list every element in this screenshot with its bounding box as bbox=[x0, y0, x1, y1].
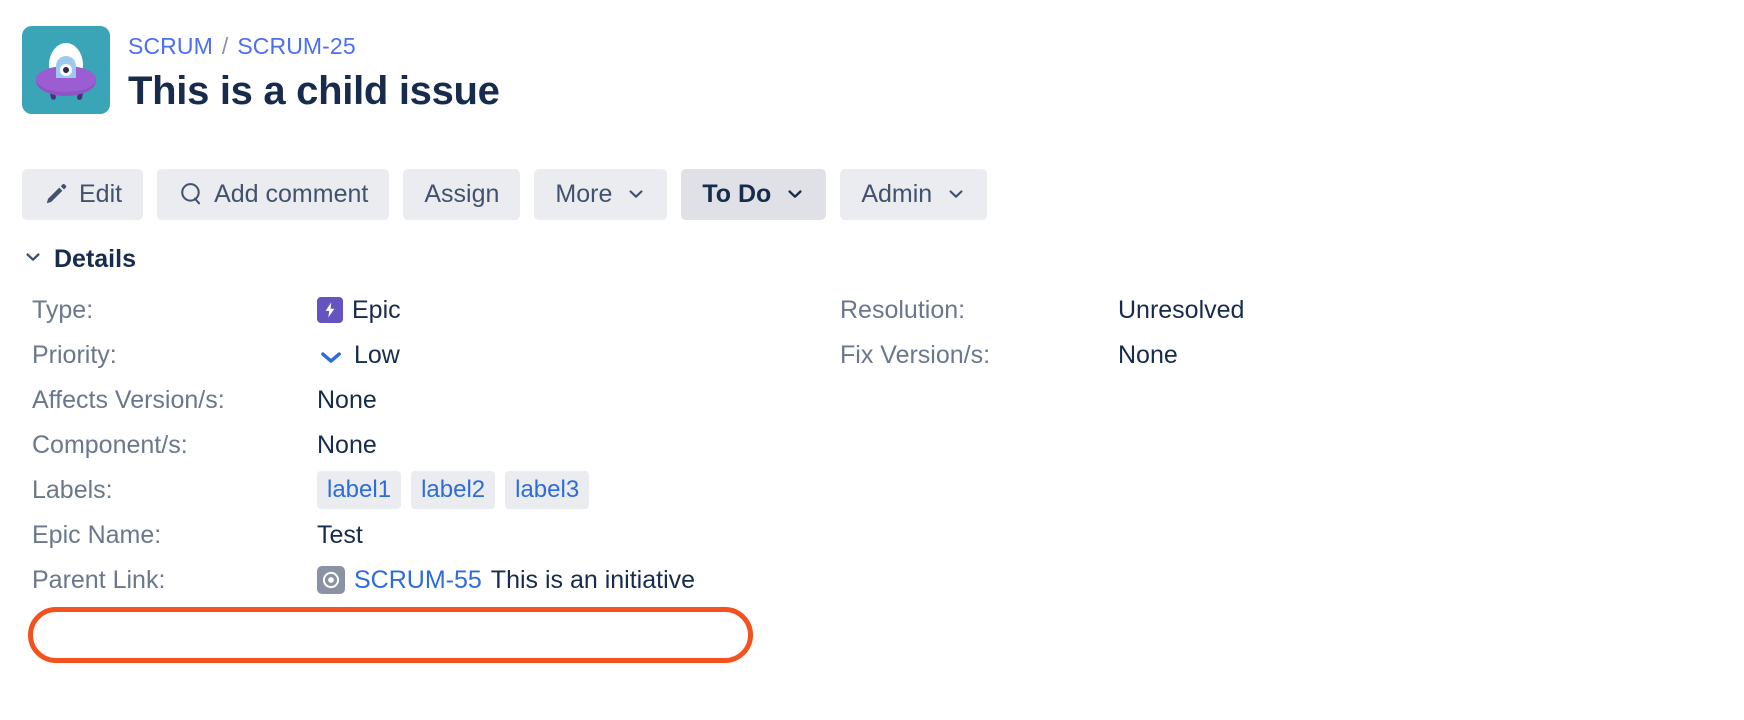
issue-detail-page: SCRUM / SCRUM-25 This is a child issue Edi… bbox=[0, 0, 1744, 720]
details-section: Details Type: Epic Priority: Low Affects… bbox=[0, 220, 1744, 603]
field-row-parent-link: Parent Link: SCRUM-55 This is an initiat… bbox=[32, 558, 840, 603]
more-menu-button[interactable]: More bbox=[534, 168, 668, 220]
comment-icon bbox=[178, 181, 204, 207]
label-chip[interactable]: label1 bbox=[317, 471, 402, 510]
field-label-resolution: Resolution: bbox=[840, 295, 966, 324]
field-value-epic-name: Test bbox=[317, 520, 363, 549]
edit-button[interactable]: Edit bbox=[22, 168, 144, 220]
field-value-priority-text: Low bbox=[354, 340, 400, 369]
field-value-components: None bbox=[317, 430, 377, 459]
field-row-resolution: Resolution: Unresolved bbox=[840, 288, 1600, 333]
field-row-type: Type: Epic bbox=[32, 288, 840, 333]
field-label-epic-name: Epic Name: bbox=[32, 520, 162, 549]
issue-toolbar: Edit Add comment Assign More To Do Admin bbox=[0, 143, 1744, 220]
field-label-priority: Priority: bbox=[32, 340, 117, 369]
priority-low-icon bbox=[317, 341, 345, 369]
field-row-epic-name: Epic Name: Test bbox=[32, 513, 840, 558]
field-row-labels: Labels: label1 label2 label3 bbox=[32, 468, 840, 513]
chevron-down-icon bbox=[946, 184, 966, 204]
field-value-priority: Low bbox=[317, 333, 400, 378]
field-row-fix-versions: Fix Version/s: None bbox=[840, 333, 1600, 378]
field-label-components: Component/s: bbox=[32, 430, 188, 459]
field-label-type: Type: bbox=[32, 295, 94, 324]
breadcrumb-project-link[interactable]: SCRUM bbox=[128, 33, 213, 59]
field-row-priority: Priority: Low bbox=[32, 333, 840, 378]
field-label-labels: Labels: bbox=[32, 475, 113, 504]
parent-link-summary: This is an initiative bbox=[490, 565, 696, 594]
more-menu-label: More bbox=[555, 179, 613, 208]
details-left-column: Type: Epic Priority: Low Affects Version… bbox=[20, 288, 840, 603]
assign-button[interactable]: Assign bbox=[403, 168, 521, 220]
chevron-down-icon bbox=[626, 184, 646, 204]
status-transition-button[interactable]: To Do bbox=[681, 168, 827, 220]
field-value-type-text: Epic bbox=[352, 295, 401, 324]
annotation-ellipse-parent-link bbox=[28, 607, 753, 663]
issue-header: SCRUM / SCRUM-25 This is a child issue bbox=[0, 0, 1744, 143]
project-avatar-ufo[interactable] bbox=[22, 26, 110, 114]
field-value-labels: label1 label2 label3 bbox=[317, 471, 590, 510]
details-collapse-toggle[interactable] bbox=[20, 246, 46, 272]
field-value-fix-versions: None bbox=[1118, 340, 1178, 369]
chevron-down-icon bbox=[23, 247, 43, 270]
admin-menu-button[interactable]: Admin bbox=[840, 168, 988, 220]
field-row-components: Component/s: None bbox=[32, 423, 840, 468]
field-value-parent-link: SCRUM-55 This is an initiative bbox=[317, 558, 695, 603]
initiative-icon bbox=[317, 566, 345, 595]
label-chip[interactable]: label3 bbox=[505, 471, 590, 510]
epic-icon bbox=[317, 297, 343, 324]
breadcrumb: SCRUM / SCRUM-25 bbox=[128, 32, 500, 60]
edit-button-label: Edit bbox=[79, 179, 123, 208]
add-comment-button[interactable]: Add comment bbox=[157, 168, 390, 220]
field-label-parent-link: Parent Link: bbox=[32, 565, 166, 594]
chevron-down-icon bbox=[785, 184, 805, 204]
field-value-affects-versions: None bbox=[317, 385, 377, 414]
parent-link-key[interactable]: SCRUM-55 bbox=[354, 558, 482, 603]
field-label-fix-versions: Fix Version/s: bbox=[840, 340, 991, 369]
page-title: This is a child issue bbox=[128, 69, 500, 113]
details-right-column: Resolution: Unresolved Fix Version/s: No… bbox=[840, 288, 1600, 603]
breadcrumb-issue-link[interactable]: SCRUM-25 bbox=[237, 33, 355, 59]
assign-button-label: Assign bbox=[424, 179, 500, 208]
pencil-icon bbox=[43, 181, 69, 207]
field-row-affects-versions: Affects Version/s: None bbox=[32, 378, 840, 423]
field-label-affects-versions: Affects Version/s: bbox=[32, 385, 225, 414]
status-badge: To Do bbox=[702, 179, 772, 208]
add-comment-button-label: Add comment bbox=[214, 179, 369, 208]
header-text-block: SCRUM / SCRUM-25 This is a child issue bbox=[128, 26, 500, 143]
details-section-title: Details bbox=[54, 244, 136, 273]
breadcrumb-separator: / bbox=[221, 33, 229, 59]
admin-menu-label: Admin bbox=[861, 179, 933, 208]
field-value-resolution: Unresolved bbox=[1118, 295, 1245, 324]
label-chip[interactable]: label2 bbox=[411, 471, 496, 510]
field-value-type: Epic bbox=[317, 288, 401, 333]
details-section-header: Details bbox=[20, 244, 1744, 274]
details-fields: Type: Epic Priority: Low Affects Version… bbox=[20, 288, 1744, 603]
